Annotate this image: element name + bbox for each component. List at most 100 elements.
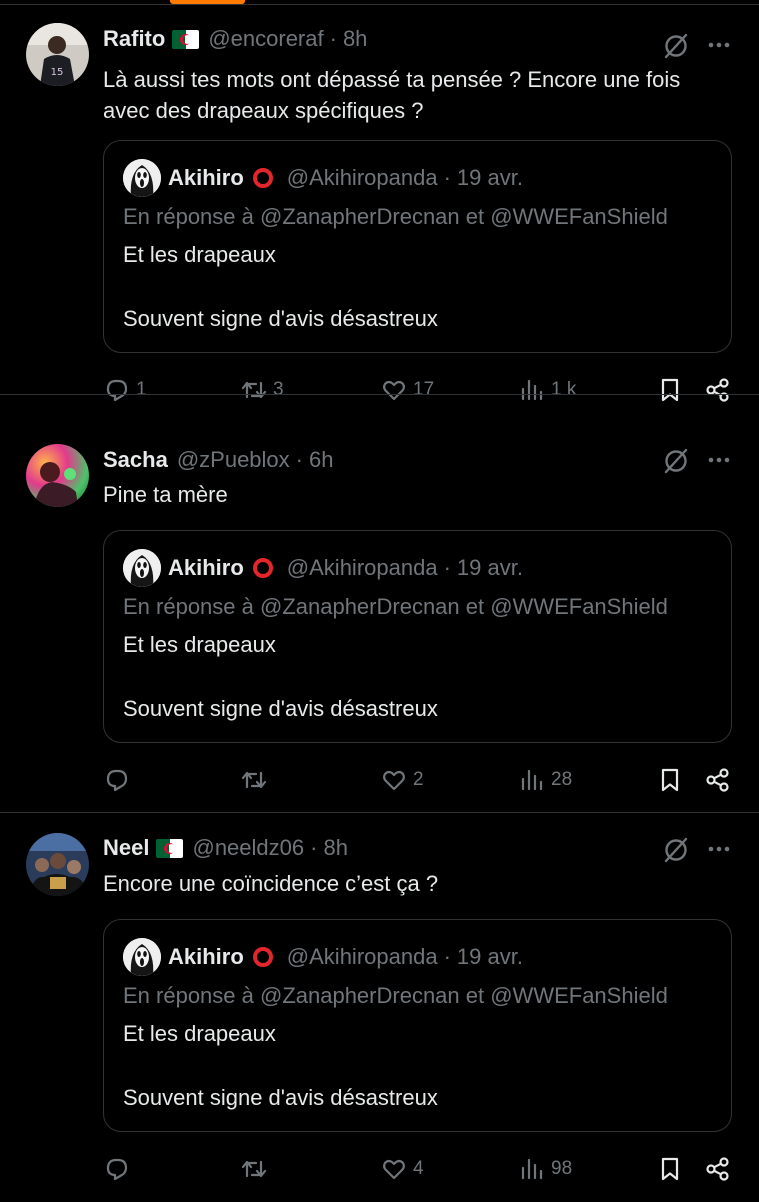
- like-button[interactable]: 2: [381, 763, 424, 797]
- quoted-header: Akihiro @Akihiropanda · 19 avr.: [168, 162, 523, 194]
- algeria-flag-icon: [172, 29, 200, 49]
- reply-context: En réponse à @ZanapherDrecnan et @WWEFan…: [123, 204, 668, 229]
- quoted-tweet[interactable]: Akihiro @Akihiropanda · 19 avr. En répon…: [103, 919, 732, 1132]
- repost-button[interactable]: [241, 763, 273, 797]
- tweet-divider: [0, 394, 759, 395]
- bookmark-button[interactable]: [657, 373, 683, 407]
- quoted-text-line: Et les drapeaux: [123, 242, 276, 267]
- repost-icon: [241, 381, 267, 399]
- quoted-text-line: Et les drapeaux: [123, 632, 276, 657]
- quoted-author-handle[interactable]: @Akihiropanda: [287, 944, 438, 970]
- quoted-text-line: Souvent signe d'avis désastreux: [123, 1085, 438, 1110]
- quoted-header: Akihiro @Akihiropanda · 19 avr.: [168, 552, 523, 584]
- reply-button[interactable]: [104, 1152, 136, 1186]
- quoted-author-handle[interactable]: @Akihiropanda: [287, 165, 438, 191]
- like-button[interactable]: 17: [381, 373, 434, 407]
- tweet-text: Encore une coïncidence c’est ça ?: [103, 868, 743, 899]
- quoted-avatar[interactable]: [123, 938, 161, 976]
- repost-button[interactable]: 3: [241, 373, 284, 407]
- quoted-tweet[interactable]: Akihiro @Akihiropanda · 19 avr. En répon…: [103, 530, 732, 743]
- action-bar: 1 3 17 1 k: [0, 373, 759, 407]
- author-handle[interactable]: @neeldz06: [192, 835, 304, 861]
- grok-icon[interactable]: [662, 836, 690, 864]
- repost-button[interactable]: [241, 1152, 273, 1186]
- views-button[interactable]: 28: [519, 763, 572, 797]
- quoted-author-name[interactable]: Akihiro: [168, 944, 244, 970]
- svg-text:15: 15: [51, 67, 64, 78]
- grok-icon[interactable]: [662, 32, 690, 60]
- avatar[interactable]: [26, 833, 89, 896]
- red-circle-icon: [252, 558, 273, 578]
- more-icon[interactable]: [706, 836, 732, 862]
- action-bar: 2 28: [0, 763, 759, 797]
- more-icon[interactable]: [706, 32, 732, 58]
- reply-context: En réponse à @ZanapherDrecnan et @WWEFan…: [123, 983, 668, 1008]
- separator: ·: [443, 165, 451, 190]
- separator: ·: [443, 944, 451, 969]
- reply-icon: [106, 769, 128, 792]
- quoted-author-handle[interactable]: @Akihiropanda: [287, 555, 438, 581]
- algeria-flag-icon: [156, 838, 184, 858]
- like-button[interactable]: 4: [381, 1152, 424, 1186]
- author-name[interactable]: Sacha: [103, 447, 168, 473]
- bookmark-icon: [661, 1157, 679, 1181]
- views-icon: [521, 379, 543, 401]
- bookmark-button[interactable]: [657, 763, 683, 797]
- red-circle-icon: [252, 168, 273, 188]
- tweet-text-line: avec des drapeaux spécifiques ?: [103, 98, 424, 123]
- tweet-header: Sacha @zPueblox · 6h: [103, 445, 333, 475]
- share-button[interactable]: [705, 1152, 731, 1186]
- more-icon[interactable]: [706, 447, 732, 473]
- view-count: 1 k: [551, 379, 577, 400]
- views-icon: [521, 1158, 543, 1180]
- repost-icon: [241, 1160, 267, 1178]
- quoted-text-line: Souvent signe d'avis désastreux: [123, 696, 438, 721]
- separator: ·: [329, 26, 337, 51]
- action-bar: 4 98: [0, 1152, 759, 1186]
- quoted-avatar[interactable]: [123, 549, 161, 587]
- share-button[interactable]: [705, 373, 731, 407]
- avatar[interactable]: 15: [26, 23, 89, 86]
- tweet[interactable]: Sacha @zPueblox · 6h Pine ta mère Akihir…: [0, 424, 759, 813]
- like-icon: [383, 770, 405, 791]
- quoted-author-name[interactable]: Akihiro: [168, 555, 244, 581]
- tweet-text: Là aussi tes mots ont dépassé ta pensée …: [103, 64, 743, 126]
- tweet[interactable]: Neel @neeldz06 · 8h Encore une coïnciden…: [0, 813, 759, 1202]
- timestamp[interactable]: 8h: [323, 835, 347, 861]
- separator: ·: [295, 447, 303, 472]
- author-handle[interactable]: @encoreraf: [208, 26, 323, 52]
- author-name[interactable]: Neel: [103, 835, 149, 861]
- timestamp[interactable]: 6h: [309, 447, 333, 473]
- tweet[interactable]: 15 Rafito @encoreraf · 8h Là aussi tes m…: [0, 6, 759, 402]
- bookmark-button[interactable]: [657, 1152, 683, 1186]
- reply-button[interactable]: 1: [104, 373, 147, 407]
- reply-icon: [106, 1158, 128, 1181]
- timestamp[interactable]: 8h: [343, 26, 367, 52]
- views-button[interactable]: 1 k: [519, 373, 576, 407]
- like-count: 17: [413, 379, 435, 400]
- tweet-text: Pine ta mère: [103, 479, 743, 510]
- share-icon: [706, 768, 729, 792]
- tweet-header: Neel @neeldz06 · 8h: [103, 833, 348, 863]
- author-name[interactable]: Rafito: [103, 26, 165, 52]
- quoted-tweet[interactable]: Akihiro @Akihiropanda · 19 avr. En répon…: [103, 140, 732, 353]
- separator: ·: [310, 835, 318, 860]
- like-count: 4: [413, 1158, 424, 1179]
- views-button[interactable]: 98: [519, 1152, 572, 1186]
- avatar[interactable]: [26, 444, 89, 507]
- like-count: 2: [413, 769, 424, 790]
- quoted-header: Akihiro @Akihiropanda · 19 avr.: [168, 941, 523, 973]
- quoted-date: 19 avr.: [456, 555, 523, 580]
- grok-icon[interactable]: [662, 447, 690, 475]
- share-button[interactable]: [705, 763, 731, 797]
- like-icon: [383, 1159, 405, 1180]
- reply-context: En réponse à @ZanapherDrecnan et @WWEFan…: [123, 594, 668, 619]
- like-icon: [383, 380, 405, 401]
- bookmark-icon: [661, 768, 679, 792]
- reply-count: 1: [136, 379, 147, 400]
- quoted-avatar[interactable]: [123, 159, 161, 197]
- active-tab-indicator: [170, 0, 245, 4]
- quoted-author-name[interactable]: Akihiro: [168, 165, 244, 191]
- reply-button[interactable]: [104, 763, 136, 797]
- author-handle[interactable]: @zPueblox: [177, 447, 290, 473]
